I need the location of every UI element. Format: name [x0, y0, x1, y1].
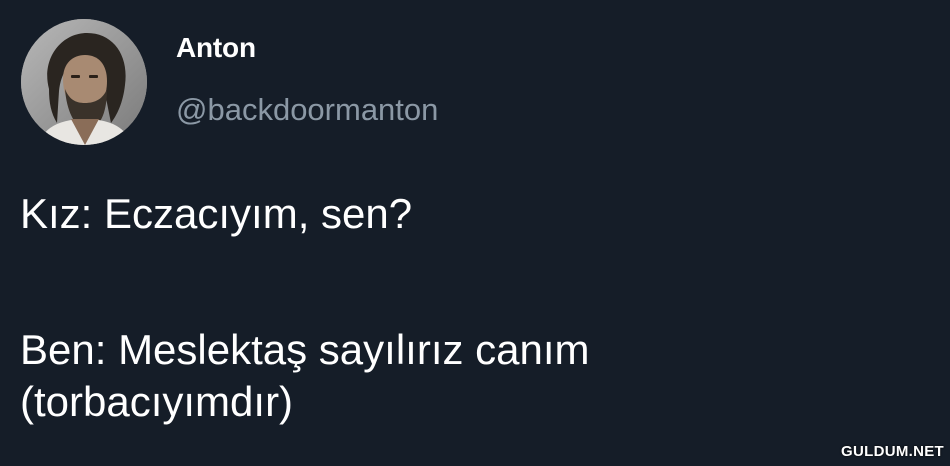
author-handle[interactable]: @backdoormanton — [176, 92, 438, 128]
watermark: GULDUM.NET — [841, 443, 944, 460]
avatar[interactable] — [21, 19, 147, 145]
tweet-paragraph-gap — [20, 240, 920, 324]
tweet-line: Kız: Eczacıyım, sen? — [20, 190, 413, 237]
author-display-name[interactable]: Anton — [176, 32, 256, 64]
tweet-card: Anton @backdoormanton Kız: Eczacıyım, se… — [0, 0, 950, 466]
tweet-line: Ben: Meslektaş sayılırız canım — [20, 326, 590, 373]
tweet-text: Kız: Eczacıyım, sen? Ben: Meslektaş sayı… — [20, 188, 920, 428]
tweet-line: (torbacıyımdır) — [20, 378, 294, 425]
avatar-photo-icon — [21, 19, 147, 145]
